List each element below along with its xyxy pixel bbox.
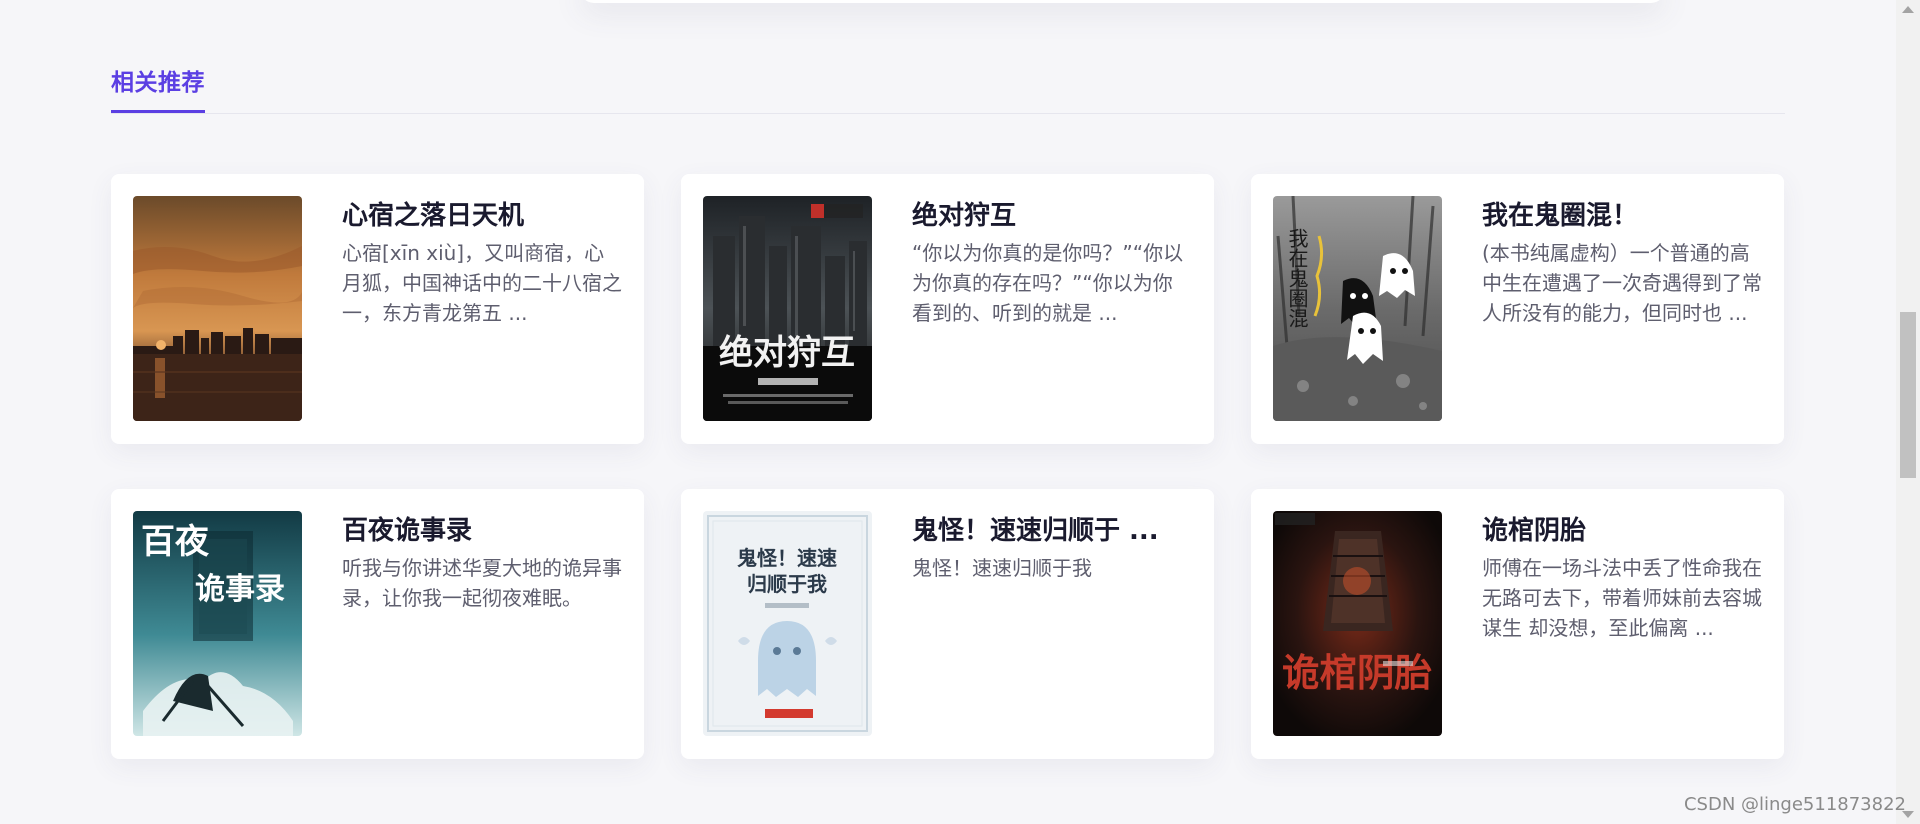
book-description: “你以为你真的是你吗？”“你以为你真的存在吗？”“你以为你看到的、听到的就是 .… [912, 241, 1184, 325]
book-info: 心宿之落日天机 心宿[xīn xiù]，又叫商宿，心月狐，中国神话中的二十八宿之… [342, 196, 622, 328]
cover-subtitle-text: 诡事录 [195, 572, 285, 607]
section-title[interactable]: 相关推荐 [111, 68, 205, 113]
horror-ghost-cover-image: 百夜 诡事录 [133, 511, 302, 736]
book-card[interactable]: 绝对狩互 绝对狩互 “你以为你真的是你吗？”“你以为你真的存在吗？”“你以为你看… [681, 174, 1214, 444]
sunset-cover-image [133, 196, 302, 421]
book-cover[interactable]: 我在鬼圈混 [1273, 196, 1442, 421]
book-title[interactable]: 百夜诡事录 [342, 513, 622, 549]
cover-title-text: 诡棺阴胎 [1282, 650, 1432, 695]
book-card[interactable]: 百夜 诡事录 百夜诡事录 听我与你讲述华夏大地的诡异事录，让你我一起彻夜难眠。 [111, 489, 644, 759]
book-cover[interactable]: 鬼怪！速速 归顺于我 [703, 511, 872, 736]
coffin-cover-image: 诡棺阴胎 [1273, 511, 1442, 736]
book-info: 我在鬼圈混！ (本书纯属虚构）一个普通的高中生在遭遇了一次奇遇得到了常人所没有的… [1482, 196, 1762, 328]
cover-title-text: 绝对狩互 [719, 333, 855, 373]
watermark: CSDN @linge511873822 [1683, 794, 1906, 815]
book-title[interactable]: 诡棺阴胎 [1482, 513, 1762, 549]
city-ruins-cover-image: 绝对狩互 [703, 196, 872, 421]
related-section: 相关推荐 [111, 64, 1785, 114]
book-cover[interactable]: 绝对狩互 [703, 196, 872, 421]
book-cover[interactable] [133, 196, 302, 421]
scroll-up-icon[interactable] [1902, 6, 1914, 13]
ghost-cover-image: 我在鬼圈混 [1273, 196, 1442, 421]
cute-ghost-cover-image: 鬼怪！速速 归顺于我 [703, 511, 872, 736]
cover-title-text: 鬼怪！速速 [737, 546, 837, 570]
book-info: 百夜诡事录 听我与你讲述华夏大地的诡异事录，让你我一起彻夜难眠。 [342, 511, 622, 613]
book-description: 听我与你讲述华夏大地的诡异事录，让你我一起彻夜难眠。 [342, 556, 622, 610]
scroll-thumb[interactable] [1900, 312, 1916, 478]
cover-title-text: 百夜 [141, 522, 210, 562]
book-title[interactable]: 心宿之落日天机 [342, 198, 622, 234]
book-description: 心宿[xīn xiù]，又叫商宿，心月狐，中国神话中的二十八宿之一，东方青龙第五… [342, 241, 622, 325]
book-info: 鬼怪！速速归顺于 ... 鬼怪！速速归顺于我 [912, 511, 1192, 583]
book-title[interactable]: 鬼怪！速速归顺于 ... [912, 513, 1192, 549]
book-title[interactable]: 绝对狩互 [912, 198, 1192, 234]
cover-title-text: 我在鬼圈混 [1285, 228, 1309, 328]
book-cover[interactable]: 诡棺阴胎 [1273, 511, 1442, 736]
section-header: 相关推荐 [111, 64, 1785, 114]
book-card[interactable]: 鬼怪！速速 归顺于我 鬼怪！速速归顺于 ... 鬼怪！速速归顺于我 [681, 489, 1214, 759]
vertical-scrollbar[interactable] [1896, 0, 1920, 824]
book-info: 诡棺阴胎 师傅在一场斗法中丢了性命我在无路可去下，带着师妹前去容城谋生 却没想，… [1482, 511, 1762, 643]
book-info: 绝对狩互 “你以为你真的是你吗？”“你以为你真的存在吗？”“你以为你看到的、听到… [912, 196, 1192, 328]
book-description: (本书纯属虚构）一个普通的高中生在遭遇了一次奇遇得到了常人所没有的能力，但同时也… [1482, 241, 1762, 325]
book-card[interactable]: 诡棺阴胎 诡棺阴胎 师傅在一场斗法中丢了性命我在无路可去下，带着师妹前去容城谋生… [1251, 489, 1784, 759]
book-card[interactable]: 我在鬼圈混 我在鬼圈混！ (本书纯属虚构）一个普通的高中生在遭遇了一次奇遇得到了… [1251, 174, 1784, 444]
cover-subtitle-text: 归顺于我 [747, 572, 827, 596]
book-description: 师傅在一场斗法中丢了性命我在无路可去下，带着师妹前去容城谋生 却没想，至此偏离 … [1482, 556, 1762, 640]
book-title[interactable]: 我在鬼圈混！ [1482, 198, 1762, 234]
top-panel [580, 0, 1665, 3]
book-cover[interactable]: 百夜 诡事录 [133, 511, 302, 736]
book-card[interactable]: 心宿之落日天机 心宿[xīn xiù]，又叫商宿，心月狐，中国神话中的二十八宿之… [111, 174, 644, 444]
book-description: 鬼怪！速速归顺于我 [912, 556, 1092, 580]
